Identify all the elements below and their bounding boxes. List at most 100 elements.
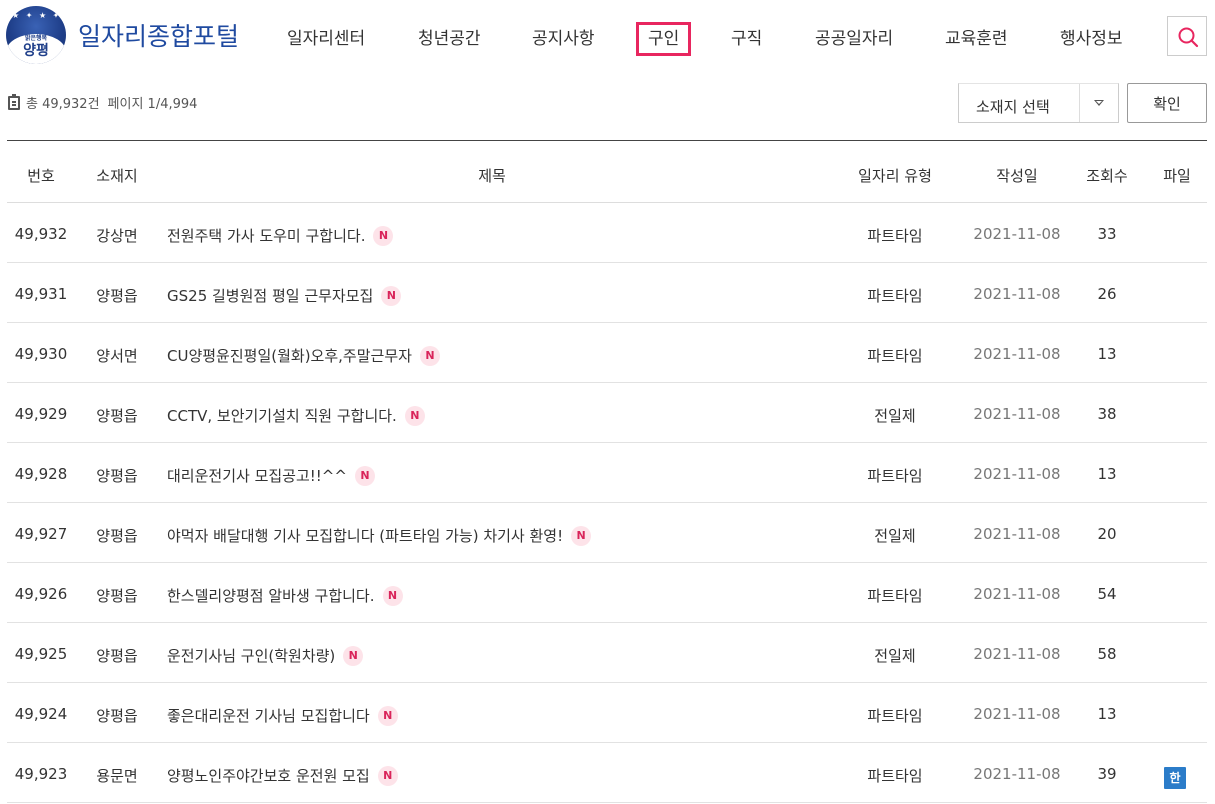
new-badge-icon: N (381, 285, 402, 306)
row-views: 39 (1097, 765, 1117, 783)
header-job-type: 일자리 유형 (858, 167, 932, 185)
search-button[interactable] (1167, 16, 1207, 56)
row-title-link[interactable]: 야먹자 배달대행 기사 모집합니다 (파트타임 가능) 차기사 환영! (167, 525, 563, 546)
row-location: 양평읍 (96, 707, 138, 725)
row-title-link[interactable]: CCTV, 보안기기설치 직원 구합니다. (167, 405, 397, 426)
new-badge-icon: N (373, 225, 394, 246)
row-views: 33 (1097, 225, 1117, 243)
row-job-type: 전일제 (874, 647, 916, 665)
nav-job-offer[interactable]: 구인 (636, 22, 692, 56)
row-title-wrap: 한스델리양평점 알바생 구합니다. N (167, 585, 403, 606)
nav-notice[interactable]: 공지사항 (532, 24, 595, 49)
table-row[interactable]: 49,931 양평읍 GS25 길병원점 평일 근무자모집 N 파트타임 2021-11-… (7, 263, 1207, 323)
logo-name: 양평 (23, 43, 49, 59)
page-indicator: 페이지 1/4,994 (107, 97, 198, 112)
nav-training[interactable]: 교육훈련 (945, 24, 1008, 49)
row-date: 2021-11-08 (973, 585, 1061, 603)
row-date: 2021-11-08 (973, 285, 1061, 303)
clipboard-icon (8, 93, 20, 110)
table-row[interactable]: 49,927 양평읍 야먹자 배달대행 기사 모집합니다 (파트타임 가능) 차기사… (7, 503, 1207, 563)
result-summary: 총 49,932건 페이지 1/4,994 (8, 93, 197, 112)
confirm-button[interactable]: 확인 (1127, 83, 1207, 123)
total-count: 총 49,932건 (26, 97, 100, 112)
row-title-link[interactable]: 전원주택 가사 도우미 구합니다. (167, 225, 365, 246)
row-location: 양평읍 (96, 407, 138, 425)
nav-events[interactable]: 행사정보 (1060, 24, 1123, 49)
row-title-link[interactable]: CU양평윤진평일(월화)오후,주말근무자 (167, 345, 412, 366)
hwp-file-icon[interactable]: 한 (1164, 767, 1186, 789)
new-badge-icon: N (354, 465, 375, 486)
nav-youth-space[interactable]: 청년공간 (418, 24, 481, 49)
location-select-label: 소재지 선택 (976, 98, 1050, 116)
row-number: 49,932 (14, 225, 68, 243)
table-row[interactable]: 49,928 양평읍 대리운전기사 모집공고!!^^ N 파트타임 2021-11-08 1… (7, 443, 1207, 503)
row-location: 용문면 (96, 767, 138, 785)
row-location: 양서면 (96, 347, 138, 365)
row-location: 양평읍 (96, 647, 138, 665)
row-title-link[interactable]: 대리운전기사 모집공고!!^^ (167, 465, 347, 486)
row-title-link[interactable]: 양평노인주야간보호 운전원 모집 (167, 765, 370, 786)
table-body: 49,932 강상면 전원주택 가사 도우미 구합니다. N 파트타임 2021-11-0… (7, 203, 1207, 803)
table-row[interactable]: 49,930 양서면 CU양평윤진평일(월화)오후,주말근무자 N 파트타임 2021-1… (7, 323, 1207, 383)
row-title-wrap: 전원주택 가사 도우미 구합니다. N (167, 225, 394, 246)
star-decoration-icon: ★ ✦ ★ ✦ (12, 11, 62, 20)
row-number: 49,923 (14, 765, 68, 783)
table-row[interactable]: 49,929 양평읍 CCTV, 보안기기설치 직원 구합니다. N 전일제 2021-1… (7, 383, 1207, 443)
new-badge-icon: N (571, 525, 592, 546)
row-title-link[interactable]: GS25 길병원점 평일 근무자모집 (167, 285, 373, 306)
row-number: 49,926 (14, 585, 68, 603)
row-title-link[interactable]: 한스델리양평점 알바생 구합니다. (167, 585, 375, 606)
row-title-wrap: 야먹자 배달대행 기사 모집합니다 (파트타임 가능) 차기사 환영! N (167, 525, 592, 546)
table-row[interactable]: 49,925 양평읍 운전기사님 구인(학원차량) N 전일제 2021-11-08 58 (7, 623, 1207, 683)
header-file: 파일 (1163, 167, 1191, 185)
header-title: 제목 (478, 167, 506, 185)
location-select[interactable]: 소재지 선택 (958, 83, 1119, 123)
row-title-wrap: GS25 길병원점 평일 근무자모집 N (167, 285, 402, 306)
header-views: 조회수 (1086, 167, 1128, 185)
row-views: 13 (1097, 705, 1117, 723)
header-date: 작성일 (996, 167, 1038, 185)
nav-job-seek[interactable]: 구직 (731, 24, 762, 49)
new-badge-icon: N (404, 405, 425, 426)
site-title[interactable]: 일자리종합포털 (78, 17, 239, 53)
row-title-wrap: 대리운전기사 모집공고!!^^ N (167, 465, 375, 486)
row-location: 양평읍 (96, 587, 138, 605)
job-table: 번호 소재지 제목 일자리 유형 작성일 조회수 파일 49,932 강상면 전원주… (7, 140, 1207, 803)
row-title-wrap: 좋은대리운전 기사님 모집합니다 N (167, 705, 398, 726)
row-job-type: 파트타임 (867, 707, 923, 725)
row-job-type: 파트타임 (867, 287, 923, 305)
nav-job-center[interactable]: 일자리센터 (287, 24, 365, 49)
row-date: 2021-11-08 (973, 345, 1061, 363)
row-views: 13 (1097, 465, 1117, 483)
table-row[interactable]: 49,932 강상면 전원주택 가사 도우미 구합니다. N 파트타임 2021-11-0… (7, 203, 1207, 263)
row-number: 49,931 (14, 285, 68, 303)
row-job-type: 전일제 (874, 407, 916, 425)
search-icon (1178, 27, 1199, 48)
row-title-link[interactable]: 운전기사님 구인(학원차량) (167, 645, 335, 666)
site-header: ★ ✦ ★ ✦ 맑은행복 양평 일자리종합포털 일자리센터 청년공간 공지사항 … (0, 0, 1215, 76)
row-job-type: 파트타임 (867, 227, 923, 245)
row-title-wrap: 운전기사님 구인(학원차량) N (167, 645, 364, 666)
row-date: 2021-11-08 (973, 465, 1061, 483)
new-badge-icon: N (343, 645, 364, 666)
row-views: 38 (1097, 405, 1117, 423)
row-number: 49,927 (14, 525, 68, 543)
row-number: 49,924 (14, 705, 68, 723)
nav-public-jobs[interactable]: 공공일자리 (815, 24, 893, 49)
table-row[interactable]: 49,924 양평읍 좋은대리운전 기사님 모집합니다 N 파트타임 2021-11-08… (7, 683, 1207, 743)
table-row[interactable]: 49,926 양평읍 한스델리양평점 알바생 구합니다. N 파트타임 2021-11-0… (7, 563, 1207, 623)
row-views: 20 (1097, 525, 1117, 543)
row-location: 양평읍 (96, 287, 138, 305)
table-row[interactable]: 49,923 용문면 양평노인주야간보호 운전원 모집 N 파트타임 2021-11-08… (7, 743, 1207, 803)
table-header: 번호 소재지 제목 일자리 유형 작성일 조회수 파일 (7, 140, 1207, 203)
row-date: 2021-11-08 (973, 645, 1061, 663)
row-title-link[interactable]: 좋은대리운전 기사님 모집합니다 (167, 705, 370, 726)
row-number: 49,928 (14, 465, 68, 483)
new-badge-icon: N (382, 585, 403, 606)
row-job-type: 전일제 (874, 527, 916, 545)
row-title-wrap: CCTV, 보안기기설치 직원 구합니다. N (167, 405, 425, 426)
row-date: 2021-11-08 (973, 525, 1061, 543)
row-number: 49,929 (14, 405, 68, 423)
yangpyeong-logo[interactable]: ★ ✦ ★ ✦ 맑은행복 양평 (6, 6, 66, 64)
row-job-type: 파트타임 (867, 587, 923, 605)
